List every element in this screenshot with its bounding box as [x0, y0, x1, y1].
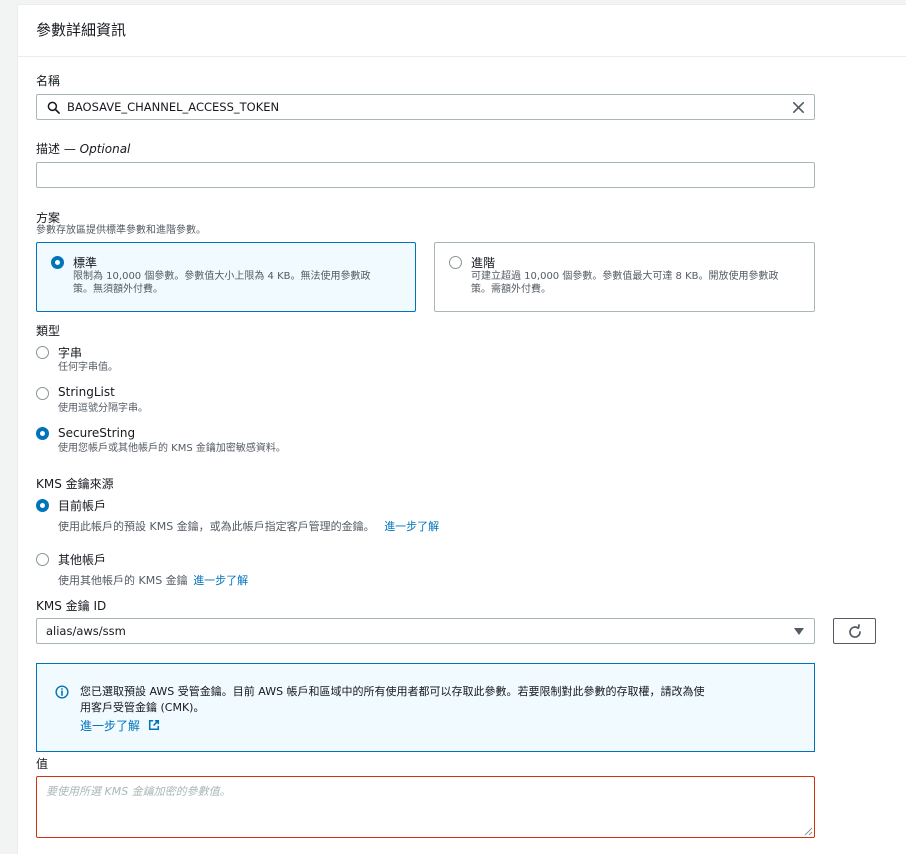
name-input[interactable]: BAOSAVE_CHANNEL_ACCESS_TOKEN: [36, 94, 815, 120]
value-label: 值: [36, 757, 49, 771]
caret-down-icon: [794, 628, 804, 635]
refresh-icon: [849, 624, 861, 638]
tier-card-advanced[interactable]: 進階 可建立超過 10,000 個參數。參數值最大可達 8 KB。開放使用參數政…: [434, 242, 815, 312]
type-label: 類型: [36, 324, 61, 338]
type-string-desc: 任何字串值。: [58, 362, 118, 373]
value-textarea[interactable]: 要使用所選 KMS 金鑰加密的參數值。: [36, 776, 815, 838]
tier-advanced-desc-line1: 可建立超過 10,000 個參數。參數值最大可達 8 KB。開放使用參數政: [471, 271, 779, 282]
resize-grip-icon[interactable]: [803, 826, 813, 836]
kms-source-current-radio[interactable]: [36, 499, 49, 512]
info-alert-line1: 您已選取預設 AWS 受管金鑰。目前 AWS 帳戶和區域中的所有使用者都可以存取…: [80, 685, 705, 698]
kms-source-other-desc: 使用其他帳戶的 KMS 金鑰 進一步了解: [58, 574, 248, 587]
type-string-title: 字串: [58, 346, 83, 360]
type-securestring-radio[interactable]: [36, 427, 49, 440]
clear-icon[interactable]: [791, 100, 806, 115]
kms-source-other-desc-text: 使用其他帳戶的 KMS 金鑰: [58, 574, 188, 587]
type-securestring-title: SecureString: [58, 426, 136, 440]
description-optional-text: — Optional: [63, 142, 131, 156]
type-stringlist-radio[interactable]: [36, 387, 49, 400]
parameter-details-panel: 參數詳細資訊 名稱 BAOSAVE_CHANNEL_ACCESS_TOKEN 描…: [17, 4, 906, 854]
search-icon: [47, 101, 60, 114]
type-stringlist-title: StringList: [58, 385, 115, 399]
panel-title: 參數詳細資訊: [36, 21, 127, 39]
kms-source-other-radio[interactable]: [36, 553, 49, 566]
kms-key-id-select[interactable]: alias/aws/ssm: [36, 618, 815, 644]
info-alert-text: 您已選取預設 AWS 受管金鑰。目前 AWS 帳戶和區域中的所有使用者都可以存取…: [80, 684, 795, 716]
info-alert-line2: 用客戶受管金鑰 (CMK)。: [80, 701, 205, 714]
description-label: 描述 — Optional: [36, 140, 130, 157]
name-label: 名稱: [36, 74, 61, 88]
default-key-info-alert: 您已選取預設 AWS 受管金鑰。目前 AWS 帳戶和區域中的所有使用者都可以存取…: [36, 663, 815, 752]
tier-standard-desc-line2: 策。無須額外付費。: [73, 284, 163, 295]
kms-key-id-value: alias/aws/ssm: [46, 624, 126, 638]
kms-key-id-label: KMS 金鑰 ID: [36, 599, 107, 613]
panel-header: 參數詳細資訊: [18, 5, 906, 57]
tier-advanced-title: 進階: [471, 256, 496, 270]
kms-source-label: KMS 金鑰來源: [36, 477, 114, 491]
tier-description: 參數存放區提供標準參數和進階參數。: [36, 225, 206, 236]
tier-advanced-radio[interactable]: [449, 256, 462, 269]
tier-standard-title: 標準: [73, 256, 98, 270]
tier-card-standard[interactable]: 標準 限制為 10,000 個參數。參數值大小上限為 4 KB。無法使用參數政 …: [36, 242, 416, 312]
kms-source-current-learn-more-link[interactable]: 進一步了解: [384, 520, 439, 533]
description-label-text: 描述: [36, 142, 61, 156]
info-alert-link-wrap: 進一步了解: [80, 717, 160, 734]
refresh-kms-keys-button[interactable]: [833, 618, 876, 644]
tier-advanced-desc-line2: 策。需額外付費。: [471, 284, 551, 295]
value-placeholder: 要使用所選 KMS 金鑰加密的參數值。: [46, 785, 231, 798]
kms-source-other-title: 其他帳戶: [58, 553, 107, 567]
type-securestring-desc: 使用您帳戶或其他帳戶的 KMS 金鑰加密敏感資料。: [58, 443, 286, 454]
kms-source-other-learn-more-link[interactable]: 進一步了解: [193, 574, 248, 587]
info-learn-more-link[interactable]: 進一步了解: [80, 719, 140, 733]
name-input-value: BAOSAVE_CHANNEL_ACCESS_TOKEN: [67, 100, 280, 114]
external-link-icon[interactable]: [148, 719, 160, 731]
tier-standard-radio[interactable]: [51, 256, 64, 269]
description-input[interactable]: [36, 162, 815, 188]
type-string-radio[interactable]: [36, 346, 49, 359]
type-stringlist-desc: 使用逗號分隔字串。: [58, 403, 148, 414]
tier-standard-desc-line1: 限制為 10,000 個參數。參數值大小上限為 4 KB。無法使用參數政: [73, 271, 371, 282]
info-icon: [55, 685, 69, 699]
kms-source-current-title: 目前帳戶: [58, 499, 107, 513]
kms-source-current-desc-text: 使用此帳戶的預設 KMS 金鑰，或為此帳戶指定客戶管理的金鑰。: [58, 520, 375, 533]
kms-source-current-desc: 使用此帳戶的預設 KMS 金鑰，或為此帳戶指定客戶管理的金鑰。 進一步了解: [58, 520, 439, 533]
